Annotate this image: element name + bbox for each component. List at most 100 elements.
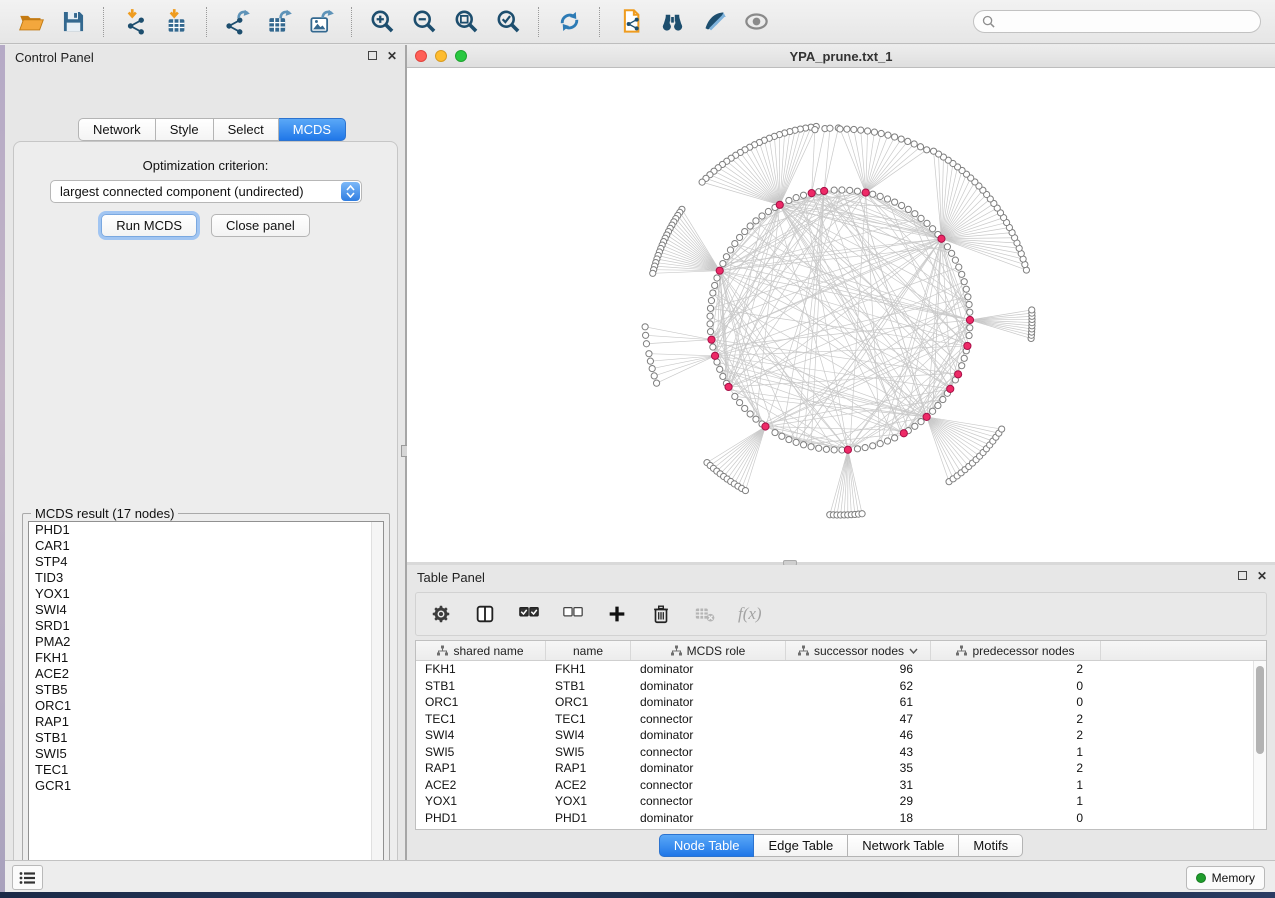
satellite-node[interactable]	[651, 373, 657, 379]
close-panel-icon[interactable]: ✕	[387, 50, 397, 62]
ring-node[interactable]	[747, 411, 753, 417]
ring-node[interactable]	[862, 444, 868, 450]
mcds-result-item[interactable]: PMA2	[29, 634, 383, 650]
satellite-node[interactable]	[650, 270, 656, 276]
memory-button[interactable]: Memory	[1186, 866, 1265, 890]
ring-node[interactable]	[912, 211, 918, 217]
mcds-node[interactable]	[955, 371, 962, 378]
ring-node[interactable]	[966, 301, 972, 307]
satellite-node[interactable]	[911, 141, 917, 147]
ring-node[interactable]	[966, 332, 972, 338]
refresh-button[interactable]	[552, 5, 586, 39]
satellite-node[interactable]	[871, 129, 877, 135]
ring-node[interactable]	[930, 408, 936, 414]
column-header-successor-nodes[interactable]: successor nodes	[786, 641, 931, 660]
zoom-in-button[interactable]	[365, 5, 399, 39]
table-row[interactable]: TEC1TEC1connector472	[416, 711, 1253, 728]
satellite-node[interactable]	[699, 179, 705, 185]
task-history-button[interactable]	[12, 865, 43, 890]
mcds-node[interactable]	[964, 342, 971, 349]
tab-mcds[interactable]: MCDS	[279, 118, 346, 141]
ring-node[interactable]	[918, 419, 924, 425]
select-all-button[interactable]	[518, 601, 540, 627]
ring-node[interactable]	[779, 433, 785, 439]
gear-button[interactable]	[430, 601, 452, 627]
close-panel-button[interactable]: Close panel	[211, 214, 310, 237]
export-table-button[interactable]	[262, 5, 296, 39]
ring-node[interactable]	[707, 313, 713, 319]
ring-node[interactable]	[772, 429, 778, 435]
ring-node[interactable]	[961, 279, 967, 285]
satellite-node[interactable]	[905, 138, 911, 144]
ring-node[interactable]	[786, 197, 792, 203]
ring-node[interactable]	[918, 215, 924, 221]
satellite-node[interactable]	[646, 351, 652, 357]
satellite-node[interactable]	[878, 130, 884, 136]
ring-node[interactable]	[753, 416, 759, 422]
satellite-node[interactable]	[851, 126, 857, 132]
satellite-node[interactable]	[827, 125, 833, 131]
ring-node[interactable]	[839, 187, 845, 193]
ring-node[interactable]	[961, 355, 967, 361]
binoculars-button[interactable]	[655, 5, 689, 39]
ring-node[interactable]	[877, 193, 883, 199]
mcds-node[interactable]	[862, 189, 869, 196]
ring-node[interactable]	[823, 446, 829, 452]
ring-node[interactable]	[924, 220, 930, 226]
mcds-node[interactable]	[947, 385, 954, 392]
mcds-result-item[interactable]: TEC1	[29, 762, 383, 778]
ring-node[interactable]	[899, 202, 905, 208]
ring-node[interactable]	[800, 192, 806, 198]
satellite-node[interactable]	[892, 134, 898, 140]
ring-node[interactable]	[967, 325, 973, 331]
ring-node[interactable]	[935, 402, 941, 408]
network-canvas[interactable]	[407, 68, 1275, 562]
import-network-button[interactable]	[117, 5, 151, 39]
mcds-node[interactable]	[711, 352, 718, 359]
ring-node[interactable]	[831, 447, 837, 453]
mcds-node[interactable]	[725, 383, 732, 390]
ring-node[interactable]	[707, 321, 713, 327]
mcds-result-item[interactable]: GCR1	[29, 778, 383, 794]
mcds-node[interactable]	[938, 235, 945, 242]
deselect-all-button[interactable]	[562, 601, 584, 627]
network-window-titlebar[interactable]: YPA_prune.txt_1	[407, 45, 1275, 68]
add-button[interactable]	[606, 601, 628, 627]
search-input[interactable]	[1000, 14, 1252, 30]
satellite-node[interactable]	[859, 511, 865, 517]
eye-button[interactable]	[739, 5, 773, 39]
ring-node[interactable]	[870, 191, 876, 197]
tab-style[interactable]: Style	[156, 118, 214, 141]
export-image-button[interactable]	[304, 5, 338, 39]
satellite-node[interactable]	[999, 426, 1005, 432]
ring-node[interactable]	[712, 282, 718, 288]
ring-node[interactable]	[710, 290, 716, 296]
ring-node[interactable]	[956, 264, 962, 270]
ring-node[interactable]	[892, 435, 898, 441]
satellite-node[interactable]	[930, 148, 936, 154]
tab-select[interactable]: Select	[214, 118, 279, 141]
table-row[interactable]: RAP1RAP1dominator352	[416, 760, 1253, 777]
satellite-node[interactable]	[844, 126, 850, 132]
ring-node[interactable]	[720, 373, 726, 379]
mcds-node[interactable]	[808, 190, 815, 197]
ring-node[interactable]	[759, 213, 765, 219]
ring-node[interactable]	[959, 271, 965, 277]
ring-node[interactable]	[800, 442, 806, 448]
vizmap-button[interactable]	[697, 5, 731, 39]
table-row[interactable]: ACE2ACE2connector311	[416, 777, 1253, 794]
zoom-fit-button[interactable]	[449, 5, 483, 39]
ring-node[interactable]	[912, 423, 918, 429]
mcds-result-item[interactable]: CAR1	[29, 538, 383, 554]
ring-node[interactable]	[808, 444, 814, 450]
ring-node[interactable]	[727, 247, 733, 253]
satellite-node[interactable]	[649, 365, 655, 371]
tab-network[interactable]: Network	[78, 118, 156, 141]
ring-node[interactable]	[854, 188, 860, 194]
satellite-node[interactable]	[917, 144, 923, 150]
mcds-result-item[interactable]: YOX1	[29, 586, 383, 602]
satellite-node[interactable]	[643, 332, 649, 338]
ring-node[interactable]	[847, 187, 853, 193]
save-button[interactable]	[56, 5, 90, 39]
tab-edge-table[interactable]: Edge Table	[754, 834, 848, 857]
